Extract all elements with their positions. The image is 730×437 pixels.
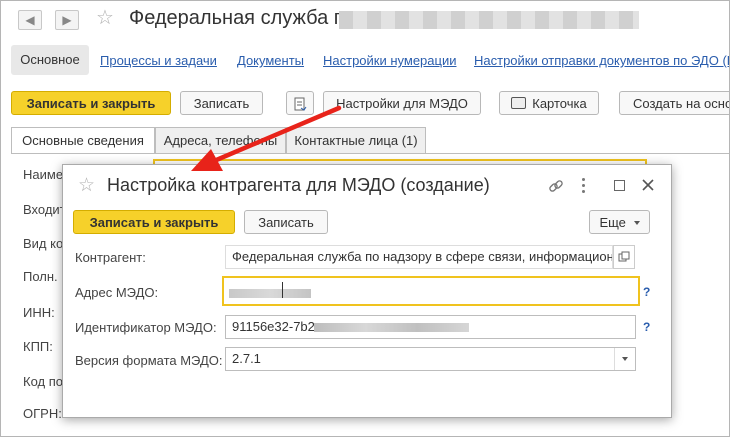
annotation-arrow [191, 105, 342, 171]
app-window: ◀ ▶ ☆ Федеральная служба по Основное Про… [0, 0, 730, 437]
